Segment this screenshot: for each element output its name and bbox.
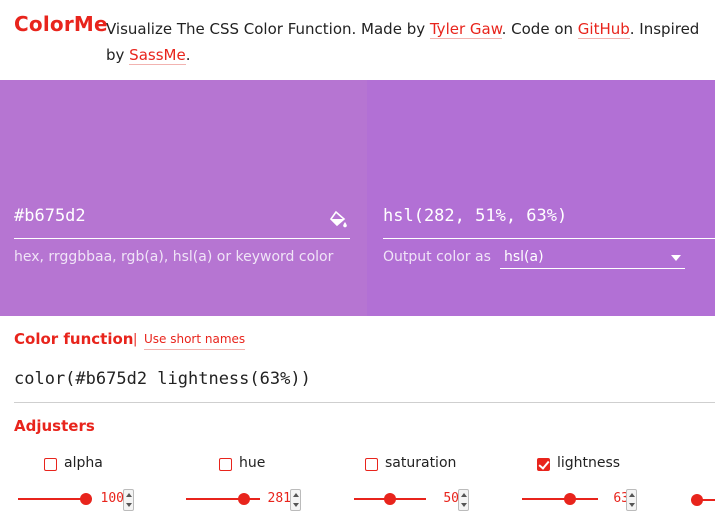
color-function-expression[interactable]: color(#b675d2 lightness(63%)): [14, 369, 715, 403]
header: ColorMe Visualize The CSS Color Function…: [0, 0, 715, 80]
saturation-spinner[interactable]: [458, 489, 469, 511]
lightness-slider-track: [522, 498, 598, 500]
adjuster-lightness: lightness 63: [522, 455, 707, 515]
output-color-value[interactable]: hsl(282, 51%, 63%): [383, 206, 715, 239]
spin-down-icon[interactable]: [629, 503, 635, 507]
hue-slider-thumb[interactable]: [237, 493, 250, 505]
lightness-value[interactable]: 63: [601, 491, 645, 509]
spin-down-icon[interactable]: [461, 503, 467, 507]
tagline: Visualize The CSS Color Function. Made b…: [106, 16, 706, 68]
color-input-value[interactable]: #b675d2: [14, 206, 86, 226]
color-function-title: Color function: [14, 330, 134, 348]
output-color-panel: hsl(282, 51%, 63%) Output color as hsl(a…: [367, 80, 715, 316]
alpha-checkbox[interactable]: [44, 458, 57, 471]
spin-up-icon[interactable]: [461, 493, 467, 497]
color-function-separator: |: [133, 332, 138, 347]
tagline-prefix: Visualize The CSS Color Function. Made b…: [106, 20, 430, 38]
lightness-label: lightness: [557, 455, 621, 471]
lightness-slider-thumb[interactable]: [563, 493, 576, 505]
saturation-checkbox[interactable]: [365, 458, 378, 471]
adjuster-hue: hue 281: [186, 455, 389, 515]
adjuster-saturation: saturation 50: [354, 455, 535, 515]
spin-down-icon[interactable]: [293, 503, 299, 507]
output-format-selected: hsl(a): [504, 249, 544, 265]
output-format-select[interactable]: hsl(a): [500, 246, 685, 269]
input-color-panel: #b675d2 hex, rrggbbaa, rgb(a), hsl(a) or…: [0, 80, 367, 316]
alpha-label: alpha: [64, 455, 103, 471]
author-link[interactable]: Tyler Gaw: [429, 20, 502, 39]
adjusters-title: Adjusters: [14, 417, 95, 435]
hue-spinner[interactable]: [290, 489, 301, 511]
paint-bucket-icon[interactable]: [328, 210, 348, 230]
spin-up-icon[interactable]: [293, 493, 299, 497]
github-link[interactable]: GitHub: [577, 20, 630, 39]
saturation-label: saturation: [385, 455, 457, 471]
chevron-down-icon: [671, 255, 681, 261]
sassme-link[interactable]: SassMe: [129, 46, 186, 65]
saturation-slider-thumb[interactable]: [384, 493, 396, 505]
hue-label: hue: [239, 455, 266, 471]
alpha-slider[interactable]: [18, 492, 92, 506]
hue-checkbox[interactable]: [219, 458, 232, 471]
next-adjuster-slider-thumb[interactable]: [691, 494, 703, 506]
alpha-slider-thumb[interactable]: [80, 493, 92, 505]
lightness-spinner[interactable]: [626, 489, 637, 511]
output-format-label: Output color as: [383, 249, 491, 265]
saturation-slider[interactable]: [354, 492, 426, 506]
spin-down-icon[interactable]: [126, 503, 132, 507]
lightness-checkbox[interactable]: [537, 458, 550, 471]
lightness-slider[interactable]: [522, 492, 598, 506]
hue-slider[interactable]: [186, 492, 260, 506]
color-input-field[interactable]: #b675d2: [14, 206, 350, 239]
spin-up-icon[interactable]: [629, 493, 635, 497]
use-short-names-link[interactable]: Use short names: [144, 332, 246, 350]
alpha-spinner[interactable]: [123, 489, 134, 511]
adjuster-alpha: alpha 100: [18, 455, 214, 515]
spin-up-icon[interactable]: [126, 493, 132, 497]
input-hint: hex, rrggbbaa, rgb(a), hsl(a) or keyword…: [14, 249, 334, 265]
alpha-slider-track: [18, 498, 86, 500]
tagline-suffix: .: [185, 46, 191, 64]
app-logo[interactable]: ColorMe: [14, 12, 108, 36]
tagline-mid: . Code on: [501, 20, 578, 38]
color-panels: #b675d2 hex, rrggbbaa, rgb(a), hsl(a) or…: [0, 80, 715, 316]
